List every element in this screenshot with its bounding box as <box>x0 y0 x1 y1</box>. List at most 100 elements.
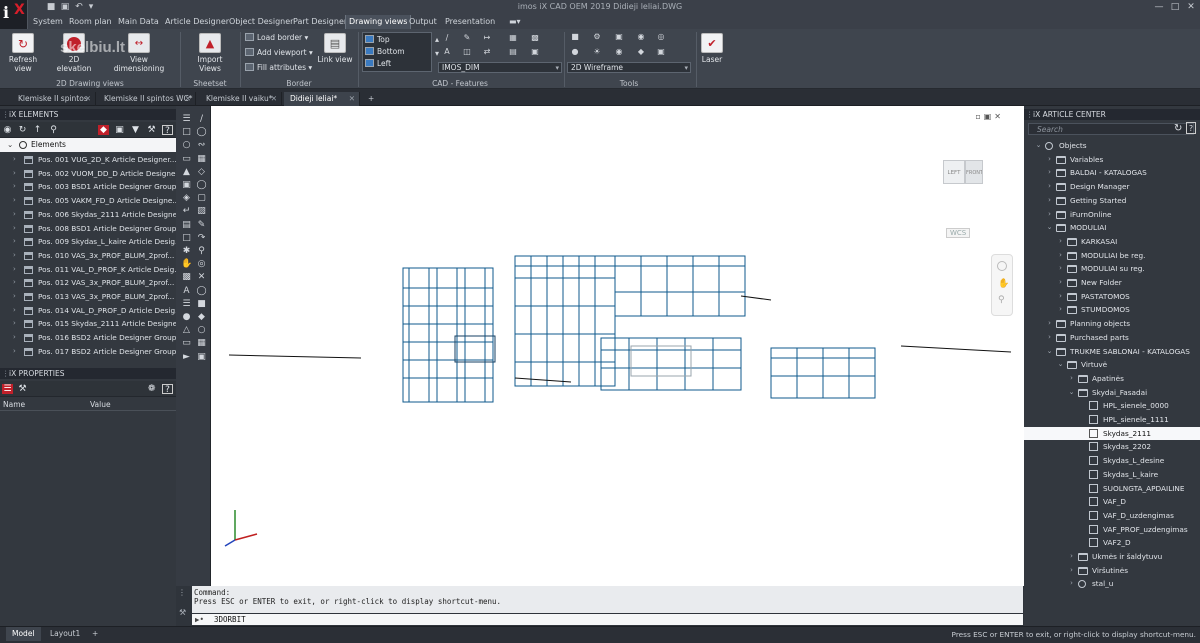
snap-icon[interactable]: ■ <box>570 32 580 41</box>
globe-icon[interactable]: ◉ <box>2 125 13 135</box>
help-icon[interactable]: ? <box>162 384 173 395</box>
element-row[interactable]: › Pos. 013 VAS_3x_PROF_BLUM_2prof... <box>0 290 176 304</box>
osnap-icon[interactable]: ◎ <box>656 32 666 41</box>
draw-tool-icon[interactable]: ⚲ <box>196 246 207 257</box>
expand-icon[interactable]: › <box>1056 262 1065 276</box>
close-icon[interactable]: ✕ <box>185 92 191 105</box>
draw-tool-icon[interactable]: A <box>181 286 192 297</box>
tab-article-designer[interactable]: Article Designer <box>162 15 232 29</box>
list-icon[interactable]: ☰ <box>2 384 13 394</box>
article-tree-item[interactable]: ⌄ Skydai_Fasadai <box>1024 386 1200 400</box>
article-tree-item[interactable]: › Getting Started <box>1024 194 1200 208</box>
expand-icon[interactable]: › <box>1056 249 1065 263</box>
article-tree-item-selected[interactable]: Skydas_2111 <box>1024 426 1200 441</box>
element-row[interactable]: › Pos. 011 VAL_D_PROF_K Article Desig... <box>0 263 176 277</box>
element-row[interactable]: › Pos. 008 BSD1 Article Designer Group <box>0 222 176 236</box>
element-row[interactable]: › Pos. 006 Skydas_2111 Article Designe... <box>0 208 176 222</box>
app-logo[interactable]: iX <box>0 0 28 30</box>
expand-icon[interactable]: › <box>1045 166 1054 180</box>
draw-tool-icon[interactable]: ◇ <box>196 167 207 178</box>
tab-system[interactable]: System <box>30 15 66 29</box>
laser-button[interactable]: ✔ Laser <box>700 33 724 64</box>
article-tree-item[interactable]: › Purchased parts <box>1024 331 1200 345</box>
draw-tool-icon[interactable]: ∾ <box>196 140 207 151</box>
save-icon[interactable]: ■ <box>46 2 56 12</box>
view-cube-front[interactable]: FRONT <box>965 160 983 184</box>
article-tree-item[interactable]: › Variables <box>1024 153 1200 167</box>
article-tree-item[interactable]: VAF_D_uzdengimas <box>1024 509 1200 523</box>
refresh-icon[interactable]: ↻ <box>1174 123 1182 134</box>
draw-tool-icon[interactable]: ▭ <box>181 338 192 349</box>
draw-tool-icon[interactable]: ↵ <box>181 206 192 217</box>
funnel-icon[interactable]: ▼ <box>130 125 141 135</box>
article-tree-item[interactable]: HPL_sienele_1111 <box>1024 413 1200 427</box>
draw-tool-icon[interactable]: ↷ <box>196 233 207 244</box>
article-tree-item[interactable]: › BALDAI - KATALOGAS <box>1024 166 1200 180</box>
expand-icon[interactable]: › <box>1045 208 1054 222</box>
draw-tool-icon[interactable]: △ <box>181 325 192 336</box>
pin-icon[interactable]: ❁ <box>146 384 157 394</box>
fill-attributes-button[interactable]: Fill attributes ▾ <box>245 62 312 74</box>
element-row[interactable]: › Pos. 002 VUOM_DD_D Article Designe... <box>0 167 176 181</box>
elements-root[interactable]: ⌄ Elements <box>0 138 176 152</box>
hatch-icon[interactable]: ◫ <box>462 47 472 56</box>
ortho-icon[interactable]: ▣ <box>614 32 624 41</box>
article-tree-item[interactable]: › stal_u <box>1024 577 1200 591</box>
block-icon[interactable]: ▣ <box>530 47 540 56</box>
draw-tool-icon[interactable]: ▣ <box>181 180 192 191</box>
expand-icon[interactable]: › <box>13 290 16 304</box>
article-tree-item[interactable]: ⌄ Virtuvė <box>1024 358 1200 372</box>
wrench-icon[interactable]: ⚒ <box>146 125 157 135</box>
layer-icon[interactable]: ▦ <box>508 33 518 42</box>
draw-tool-icon[interactable]: ▣ <box>196 352 207 363</box>
doc-tab[interactable]: Klemiske II spintos ✕ <box>12 92 96 106</box>
expand-icon[interactable]: › <box>13 222 16 236</box>
article-tree-item[interactable]: › Apatinės <box>1024 372 1200 386</box>
expand-icon[interactable]: › <box>1067 550 1076 564</box>
expand-icon[interactable]: › <box>13 263 16 277</box>
close-icon[interactable]: ✕ <box>85 92 91 105</box>
expand-icon[interactable]: › <box>13 276 16 290</box>
article-tree-item[interactable]: › iFurnOnline <box>1024 208 1200 222</box>
view-bottom[interactable]: Bottom <box>365 46 405 58</box>
tab-model[interactable]: Model <box>6 627 41 641</box>
view-cube-left[interactable]: LEFT <box>943 160 965 184</box>
article-tree-item[interactable]: VAF2_D <box>1024 536 1200 550</box>
expand-icon[interactable]: › <box>1045 153 1054 167</box>
article-tree-item[interactable]: Skydas_L_kaire <box>1024 468 1200 482</box>
expand-icon[interactable]: › <box>13 167 16 181</box>
draw-tool-icon[interactable]: ∕ <box>196 114 207 125</box>
article-tree-item[interactable]: › Ukmės ir šaldytuvu <box>1024 550 1200 564</box>
element-row[interactable]: › Pos. 005 VAKM_FD_D Article Designe... <box>0 194 176 208</box>
table-icon[interactable]: ▤ <box>508 47 518 56</box>
tab-drawing-views[interactable]: Drawing views <box>345 15 412 29</box>
expand-icon[interactable]: › <box>13 180 16 194</box>
tab-main-data[interactable]: Main Data <box>115 15 162 29</box>
minimize-icon[interactable]: — <box>1152 1 1166 13</box>
close-icon[interactable]: ✕ <box>271 92 277 105</box>
expand-icon[interactable]: › <box>1056 235 1065 249</box>
zoom-icon[interactable]: ⚲ <box>998 295 1005 305</box>
draw-tool-icon[interactable]: ☰ <box>181 299 192 310</box>
article-tree-item[interactable]: › KARKASAI <box>1024 235 1200 249</box>
expand-icon[interactable]: ⌄ <box>1034 139 1043 153</box>
draw-tool-icon[interactable]: □ <box>181 233 192 244</box>
expand-icon[interactable]: › <box>1067 577 1076 591</box>
up-arrow-icon[interactable]: ↑ <box>32 125 43 135</box>
close-icon[interactable]: ✕ <box>349 92 355 105</box>
scroll-up-icon[interactable]: ▴ <box>432 35 442 44</box>
expand-icon[interactable]: › <box>1045 317 1054 331</box>
light-icon[interactable]: ☀ <box>592 47 602 56</box>
expand-icon[interactable]: › <box>13 153 16 167</box>
expand-icon[interactable]: › <box>1045 194 1054 208</box>
article-tree-item[interactable]: ⌄ MODULIAI <box>1024 221 1200 235</box>
close-icon[interactable]: ✕ <box>1184 1 1198 13</box>
camera-icon[interactable]: ◆ <box>636 47 646 56</box>
article-tree-item[interactable]: › MODULIAI su reg. <box>1024 262 1200 276</box>
tab-part-designer[interactable]: Part Designer <box>290 15 350 29</box>
drawing-viewport[interactable]: ▫▣✕ LEFT FRONT WCS ✋ ⚲ <box>211 106 1024 586</box>
article-tree-item[interactable]: HPL_sienele_0000 <box>1024 399 1200 413</box>
help-icon[interactable]: ? <box>162 125 173 136</box>
element-row[interactable]: › Pos. 017 BSD2 Article Designer Group <box>0 345 176 359</box>
expand-icon[interactable]: › <box>13 235 16 249</box>
